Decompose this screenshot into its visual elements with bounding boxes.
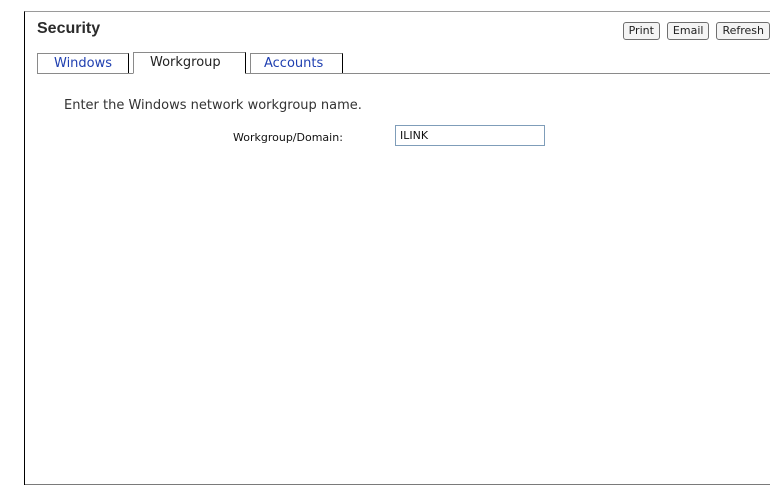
security-panel: Security Print Email Refresh Windows Wor… (24, 11, 770, 485)
page-title: Security (37, 20, 101, 37)
workgroup-domain-label: Workgroup/Domain: (233, 131, 343, 144)
instruction-text: Enter the Windows network workgroup name… (64, 98, 362, 113)
tab-workgroup[interactable]: Workgroup (133, 52, 246, 74)
workgroup-tab-content: Enter the Windows network workgroup name… (25, 74, 770, 485)
tab-bar: Windows Workgroup Accounts (37, 52, 770, 74)
email-button[interactable]: Email (666, 22, 710, 40)
toolbar: Print Email Refresh (622, 22, 770, 40)
refresh-button[interactable]: Refresh (716, 22, 770, 40)
tab-accounts[interactable]: Accounts (250, 53, 343, 73)
workgroup-domain-input[interactable] (395, 125, 545, 146)
tab-windows[interactable]: Windows (37, 53, 129, 73)
print-button[interactable]: Print (622, 22, 660, 40)
